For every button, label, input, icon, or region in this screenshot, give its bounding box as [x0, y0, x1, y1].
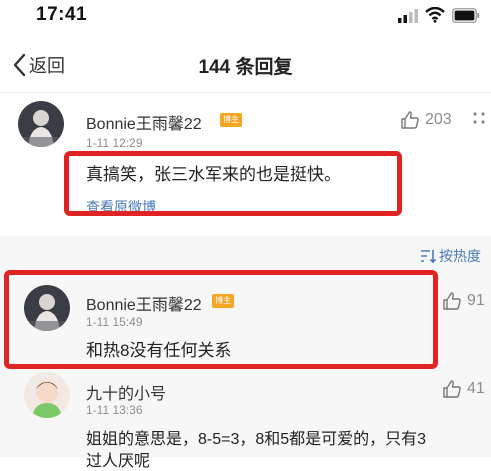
- thumbs-up-icon: [443, 292, 461, 310]
- sort-by-hot-button[interactable]: 按热度: [420, 246, 481, 266]
- avatar-image: [24, 372, 70, 418]
- signal-icon: [398, 9, 418, 23]
- username[interactable]: Bonnie王雨馨22: [86, 291, 202, 315]
- sort-icon: [421, 250, 436, 264]
- like-count: 203: [425, 111, 452, 128]
- page-title: 144 条回复: [198, 57, 293, 78]
- status-bar: 17:41: [0, 0, 491, 32]
- timestamp: 1-11 15:49: [86, 315, 143, 329]
- reply-text-line-2: 过人厌呢: [86, 453, 151, 470]
- like-count: 91: [467, 292, 485, 309]
- nav-bar: 返回 144 条回复: [0, 38, 491, 93]
- wifi-icon: [425, 7, 445, 23]
- like-count: 41: [467, 380, 485, 397]
- sort-label: 按热度: [439, 248, 481, 264]
- like-button[interactable]: 203: [400, 110, 452, 130]
- author-badge: 博主: [220, 113, 242, 127]
- avatar[interactable]: [18, 101, 64, 147]
- reply-text-line-1: 姐姐的意思是，8-5=3，8和5都是可爱的，只有3: [86, 431, 427, 448]
- username[interactable]: 九十的小号: [86, 380, 166, 404]
- username[interactable]: Bonnie王雨馨22: [86, 110, 202, 134]
- avatar[interactable]: [24, 372, 70, 418]
- thumbs-up-icon: [443, 380, 461, 398]
- battery-icon: [452, 8, 480, 23]
- timestamp: 1-11 12:29: [86, 136, 143, 150]
- avatar-image: [18, 101, 64, 147]
- author-badge: 博主: [212, 294, 234, 308]
- thumbs-up-icon: [401, 111, 419, 129]
- reply-text: 和热8没有任何关系: [86, 341, 232, 360]
- comment-text: 真搞笑，张三水军来的也是挺快。: [86, 165, 341, 184]
- timestamp: 1-11 13:36: [86, 403, 143, 417]
- more-icon[interactable]: [472, 111, 486, 125]
- like-button[interactable]: 91: [442, 291, 485, 311]
- status-time: 17:41: [36, 4, 88, 25]
- like-button[interactable]: 41: [442, 379, 485, 399]
- divider-band: [0, 236, 491, 274]
- view-original-link[interactable]: 查看原微博: [86, 197, 156, 217]
- avatar[interactable]: [24, 285, 70, 331]
- avatar-image: [24, 285, 70, 331]
